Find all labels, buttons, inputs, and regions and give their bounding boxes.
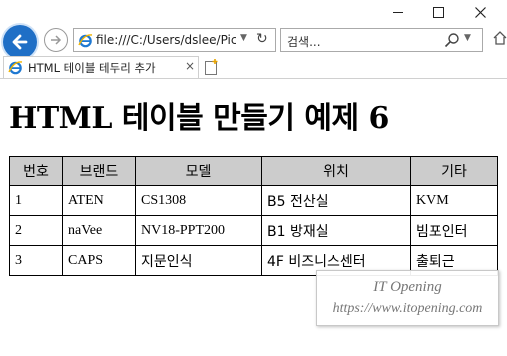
browser-tab[interactable]: HTML 테이블 테두리 추가 × bbox=[3, 56, 199, 78]
refresh-icon[interactable]: ↻ bbox=[256, 31, 268, 47]
search-icon[interactable] bbox=[444, 32, 460, 48]
address-bar[interactable]: file:///C:/Users/dslee/Pictu ▼ ↻ bbox=[73, 28, 276, 52]
cell-model: CS1308 bbox=[135, 185, 262, 216]
maximize-icon bbox=[432, 6, 444, 18]
tab-close-icon[interactable]: × bbox=[185, 59, 195, 73]
watermark-title: IT Opening bbox=[373, 279, 442, 295]
header-model: 모델 bbox=[135, 156, 262, 186]
watermark-url: https://www.itopening.com bbox=[332, 301, 483, 316]
minimize-icon bbox=[393, 11, 403, 13]
cell-brand: ATEN bbox=[62, 185, 136, 216]
cell-number: 1 bbox=[9, 185, 63, 216]
table-row: 1 ATEN CS1308 B5 전산실 KVM bbox=[9, 185, 498, 216]
navigation-bar: file:///C:/Users/dslee/Pictu ▼ ↻ 검색... ▼ bbox=[0, 24, 507, 59]
page-content: HTML 테이블 만들기 예제 6 번호 브랜드 모델 위치 기타 1 ATEN… bbox=[0, 79, 507, 356]
cell-location: B5 전산실 bbox=[261, 185, 411, 216]
minimize-button[interactable] bbox=[378, 0, 418, 24]
page-title: HTML 테이블 만들기 예제 6 bbox=[9, 101, 389, 136]
table-row: 2 naVee NV18-PPT200 B1 방재실 빔포인터 bbox=[9, 215, 498, 246]
header-etc: 기타 bbox=[410, 156, 498, 186]
cell-model: NV18-PPT200 bbox=[135, 215, 262, 246]
address-dropdown-icon[interactable]: ▼ bbox=[240, 33, 247, 43]
new-tab-icon[interactable] bbox=[203, 58, 220, 76]
cell-location: B1 방재실 bbox=[261, 215, 411, 246]
title-bar bbox=[0, 0, 507, 24]
cell-etc: 빔포인터 bbox=[410, 215, 498, 246]
cell-etc: KVM bbox=[410, 185, 498, 216]
close-window-button[interactable] bbox=[460, 0, 500, 24]
tab-title: HTML 테이블 테두리 추가 bbox=[28, 61, 156, 75]
maximize-button[interactable] bbox=[418, 0, 458, 24]
forward-arrow-icon bbox=[51, 35, 62, 45]
tab-bar: HTML 테이블 테두리 추가 × bbox=[0, 56, 507, 79]
watermark: IT Opening https://www.itopening.com bbox=[316, 270, 499, 326]
cell-brand: naVee bbox=[62, 215, 136, 246]
data-table: 번호 브랜드 모델 위치 기타 1 ATEN CS1308 B5 전산실 KVM… bbox=[9, 156, 498, 276]
header-brand: 브랜드 bbox=[62, 156, 136, 186]
cell-number: 2 bbox=[9, 215, 63, 246]
cell-model: 지문인식 bbox=[135, 245, 262, 276]
ie-page-icon bbox=[78, 34, 93, 48]
address-text: file:///C:/Users/dslee/Pictu bbox=[96, 33, 236, 47]
forward-button[interactable] bbox=[44, 28, 68, 52]
close-icon bbox=[474, 6, 486, 18]
home-icon[interactable] bbox=[493, 30, 507, 46]
ie-tab-icon bbox=[8, 61, 23, 75]
back-arrow-icon bbox=[12, 34, 28, 50]
search-dropdown-icon[interactable]: ▼ bbox=[464, 33, 471, 43]
search-placeholder: 검색... bbox=[287, 35, 321, 49]
cell-number: 3 bbox=[9, 245, 63, 276]
cell-brand: CAPS bbox=[62, 245, 136, 276]
header-number: 번호 bbox=[9, 156, 63, 186]
back-button[interactable] bbox=[3, 25, 37, 59]
header-location: 위치 bbox=[261, 156, 411, 186]
table-header-row: 번호 브랜드 모델 위치 기타 bbox=[9, 156, 498, 186]
search-box[interactable]: 검색... ▼ bbox=[280, 28, 483, 52]
